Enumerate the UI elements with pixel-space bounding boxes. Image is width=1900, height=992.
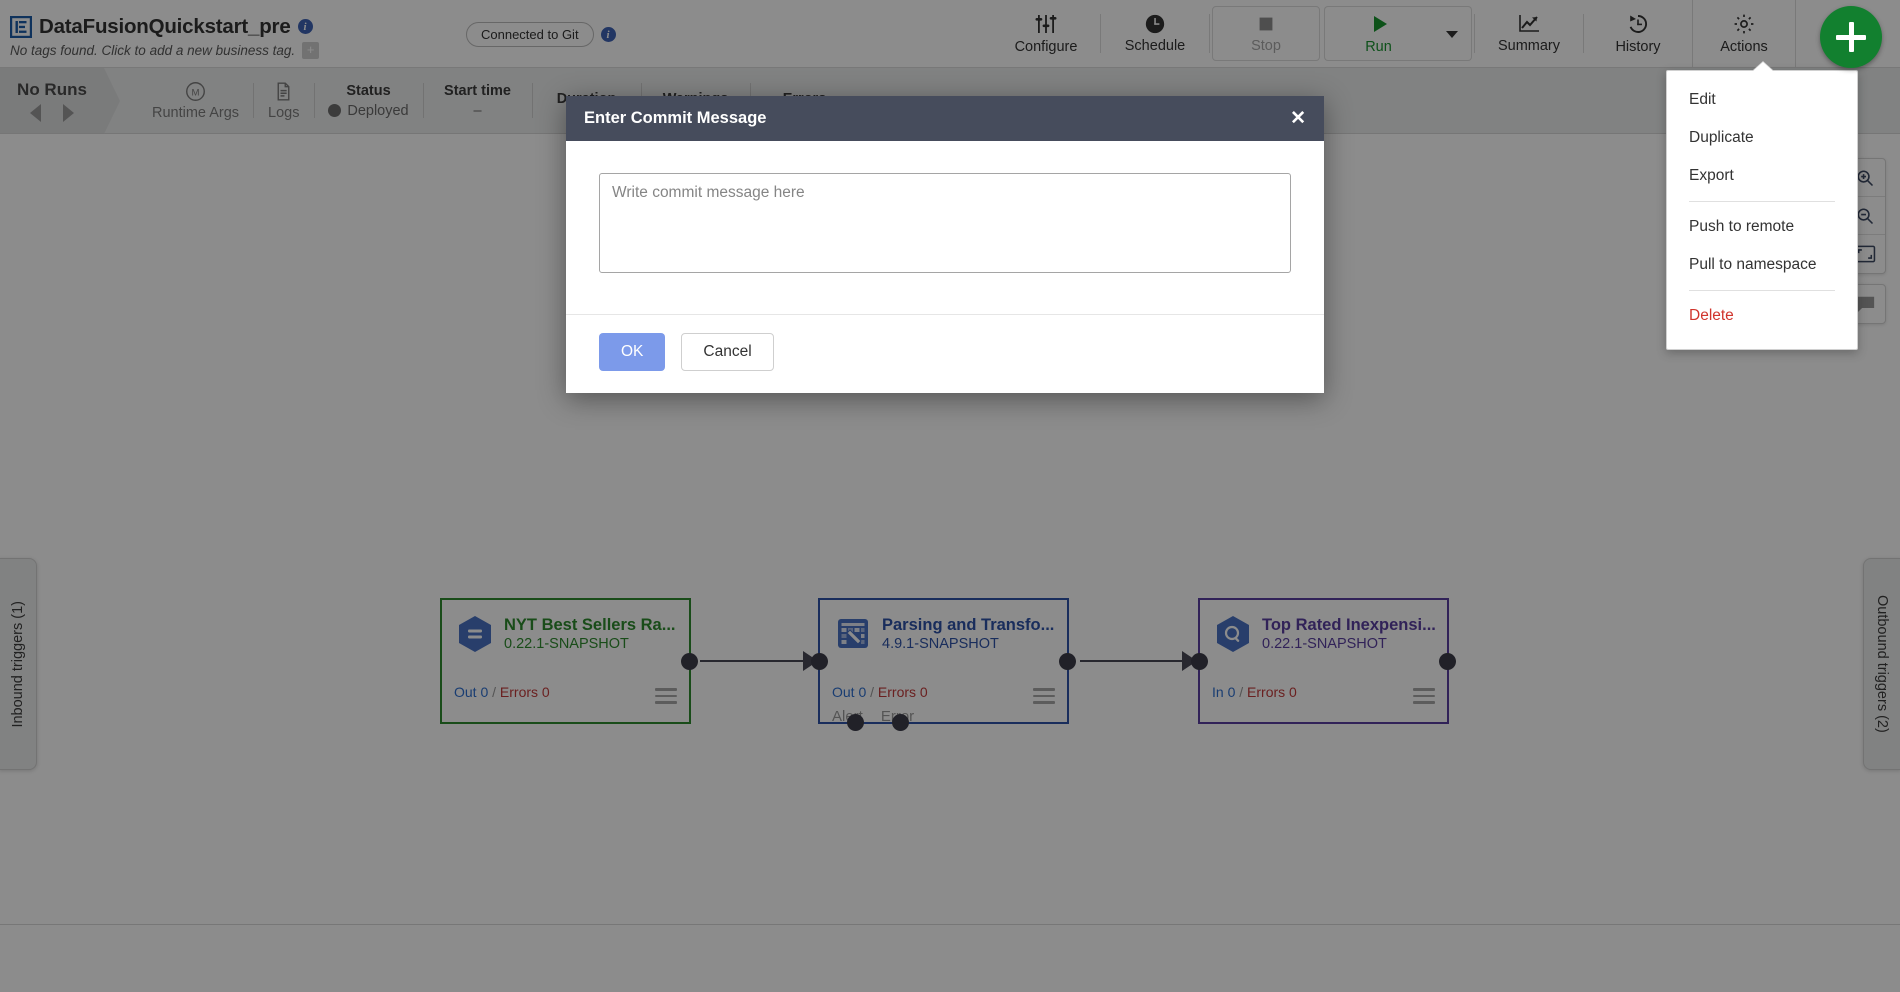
actions-menu-item-edit[interactable]: Edit bbox=[1667, 81, 1857, 119]
commit-message-input[interactable] bbox=[599, 173, 1291, 273]
modal-title: Enter Commit Message bbox=[584, 109, 767, 127]
cancel-button[interactable]: Cancel bbox=[681, 333, 774, 371]
actions-menu-item-export[interactable]: Export bbox=[1667, 157, 1857, 195]
modal-body bbox=[566, 141, 1324, 314]
actions-menu-divider bbox=[1689, 290, 1835, 291]
actions-menu-item-pull-to-namespace[interactable]: Pull to namespace bbox=[1667, 246, 1857, 284]
actions-menu-item-push-to-remote[interactable]: Push to remote bbox=[1667, 208, 1857, 246]
modal-footer: OK Cancel bbox=[566, 314, 1324, 393]
actions-menu-item-delete[interactable]: Delete bbox=[1667, 297, 1857, 335]
actions-menu-item-duplicate[interactable]: Duplicate bbox=[1667, 119, 1857, 157]
app-root: DataFusionQuickstart_pre i No tags found… bbox=[0, 0, 1900, 992]
actions-menu-divider bbox=[1689, 201, 1835, 202]
commit-message-modal: Enter Commit Message ✕ OK Cancel bbox=[566, 96, 1324, 393]
ok-button[interactable]: OK bbox=[599, 333, 666, 371]
add-entity-button[interactable] bbox=[1820, 6, 1882, 68]
modal-header: Enter Commit Message ✕ bbox=[566, 96, 1324, 141]
close-x-icon[interactable]: ✕ bbox=[1290, 109, 1306, 128]
actions-dropdown-menu: Edit Duplicate Export Push to remote Pul… bbox=[1666, 61, 1858, 350]
